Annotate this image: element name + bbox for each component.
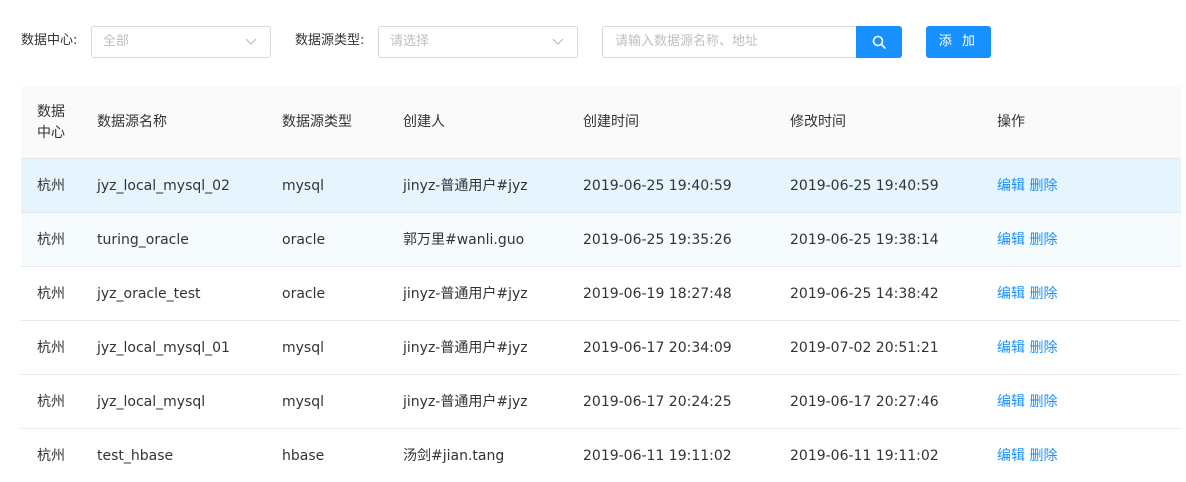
cell-created: 2019-06-25 19:40:59: [583, 178, 732, 194]
table-row[interactable]: 杭州 jyz_local_mysql_01 mysql jinyz-普通用户#j…: [21, 321, 1181, 375]
cell-type: mysql: [282, 340, 324, 356]
cell-creator: 汤剑#jian.tang: [403, 448, 505, 464]
type-label: 数据源类型:: [295, 33, 365, 48]
table-row[interactable]: 杭州 jyz_oracle_test oracle jinyz-普通用户#jyz…: [21, 267, 1181, 321]
table-row[interactable]: 杭州 turing_oracle oracle 郭万里#wanli.guo 20…: [21, 213, 1181, 267]
column-header-created: 创建时间: [583, 114, 639, 130]
edit-link[interactable]: 编辑: [997, 340, 1025, 356]
column-header-modified: 修改时间: [790, 114, 846, 130]
column-header-actions: 操作: [997, 114, 1025, 130]
cell-created: 2019-06-11 19:11:02: [583, 448, 732, 464]
edit-link[interactable]: 编辑: [997, 178, 1025, 194]
cell-actions: 编辑 删除: [997, 375, 1057, 429]
cell-creator: jinyz-普通用户#jyz: [403, 394, 528, 410]
cell-actions: 编辑 删除: [997, 321, 1057, 375]
table-header: 数据中心 数据源名称 数据源类型 创建人 创建时间 修改时间 操作: [21, 86, 1181, 159]
chevron-down-icon: [552, 38, 564, 45]
search-input[interactable]: 请输入数据源名称、地址: [602, 26, 858, 58]
search-button[interactable]: [856, 26, 902, 58]
delete-link[interactable]: 删除: [1029, 340, 1057, 356]
cell-type: hbase: [282, 448, 325, 464]
search-icon: [872, 35, 886, 49]
table-row[interactable]: 杭州 jyz_local_mysql mysql jinyz-普通用户#jyz …: [21, 375, 1181, 429]
column-header-creator: 创建人: [403, 114, 445, 130]
cell-type: oracle: [282, 232, 326, 248]
column-header-type: 数据源类型: [282, 114, 352, 130]
cell-modified: 2019-06-25 19:38:14: [790, 232, 939, 248]
edit-link[interactable]: 编辑: [997, 232, 1025, 248]
table-row[interactable]: 杭州 jyz_local_mysql_02 mysql jinyz-普通用户#j…: [21, 159, 1181, 213]
cell-datacenter: 杭州: [37, 340, 65, 356]
cell-creator: jinyz-普通用户#jyz: [403, 178, 528, 194]
cell-creator: jinyz-普通用户#jyz: [403, 340, 528, 356]
cell-datacenter: 杭州: [37, 286, 65, 302]
cell-creator: 郭万里#wanli.guo: [403, 232, 525, 248]
datasource-table: 数据中心 数据源名称 数据源类型 创建人 创建时间 修改时间 操作 杭州 jyz…: [21, 86, 1181, 482]
cell-created: 2019-06-17 20:24:25: [583, 394, 732, 410]
filter-bar: 数据中心: 全部 数据源类型: 请选择 请输入数据源名称、地址 添 加: [0, 0, 1186, 86]
cell-datacenter: 杭州: [37, 394, 65, 410]
cell-created: 2019-06-17 20:34:09: [583, 340, 732, 356]
table-row[interactable]: 杭州 test_hbase hbase 汤剑#jian.tang 2019-06…: [21, 429, 1181, 482]
cell-modified: 2019-06-25 19:40:59: [790, 178, 939, 194]
cell-modified: 2019-06-25 14:38:42: [790, 286, 939, 302]
cell-actions: 编辑 删除: [997, 159, 1057, 213]
type-select[interactable]: 请选择: [378, 26, 578, 58]
cell-modified: 2019-06-11 19:11:02: [790, 448, 939, 464]
datacenter-label: 数据中心:: [21, 33, 78, 48]
cell-creator: jinyz-普通用户#jyz: [403, 286, 528, 302]
cell-datacenter: 杭州: [37, 448, 65, 464]
edit-link[interactable]: 编辑: [997, 394, 1025, 410]
cell-created: 2019-06-19 18:27:48: [583, 286, 732, 302]
edit-link[interactable]: 编辑: [997, 448, 1025, 464]
delete-link[interactable]: 删除: [1029, 394, 1057, 410]
cell-name: jyz_oracle_test: [97, 286, 201, 302]
delete-link[interactable]: 删除: [1029, 232, 1057, 248]
cell-datacenter: 杭州: [37, 232, 65, 248]
delete-link[interactable]: 删除: [1029, 448, 1057, 464]
cell-name: turing_oracle: [97, 232, 189, 248]
column-header-name: 数据源名称: [97, 114, 167, 130]
delete-link[interactable]: 删除: [1029, 286, 1057, 302]
cell-name: jyz_local_mysql_02: [97, 178, 230, 194]
cell-name: test_hbase: [97, 448, 174, 464]
cell-name: jyz_local_mysql_01: [97, 340, 230, 356]
cell-actions: 编辑 删除: [997, 429, 1057, 482]
cell-datacenter: 杭州: [37, 178, 65, 194]
cell-type: mysql: [282, 394, 324, 410]
cell-type: mysql: [282, 178, 324, 194]
chevron-down-icon: [245, 38, 257, 45]
cell-modified: 2019-06-17 20:27:46: [790, 394, 939, 410]
cell-actions: 编辑 删除: [997, 213, 1057, 267]
column-header-datacenter: 数据中心: [37, 103, 65, 141]
datacenter-select[interactable]: 全部: [91, 26, 271, 58]
cell-type: oracle: [282, 286, 326, 302]
add-button[interactable]: 添 加: [926, 26, 991, 58]
cell-created: 2019-06-25 19:35:26: [583, 232, 732, 248]
cell-name: jyz_local_mysql: [97, 394, 206, 410]
search-placeholder: 请输入数据源名称、地址: [615, 34, 759, 49]
cell-modified: 2019-07-02 20:51:21: [790, 340, 939, 356]
delete-link[interactable]: 删除: [1029, 178, 1057, 194]
type-select-placeholder: 请选择: [390, 34, 430, 49]
edit-link[interactable]: 编辑: [997, 286, 1025, 302]
datacenter-select-value: 全部: [103, 34, 130, 49]
cell-actions: 编辑 删除: [997, 267, 1057, 321]
